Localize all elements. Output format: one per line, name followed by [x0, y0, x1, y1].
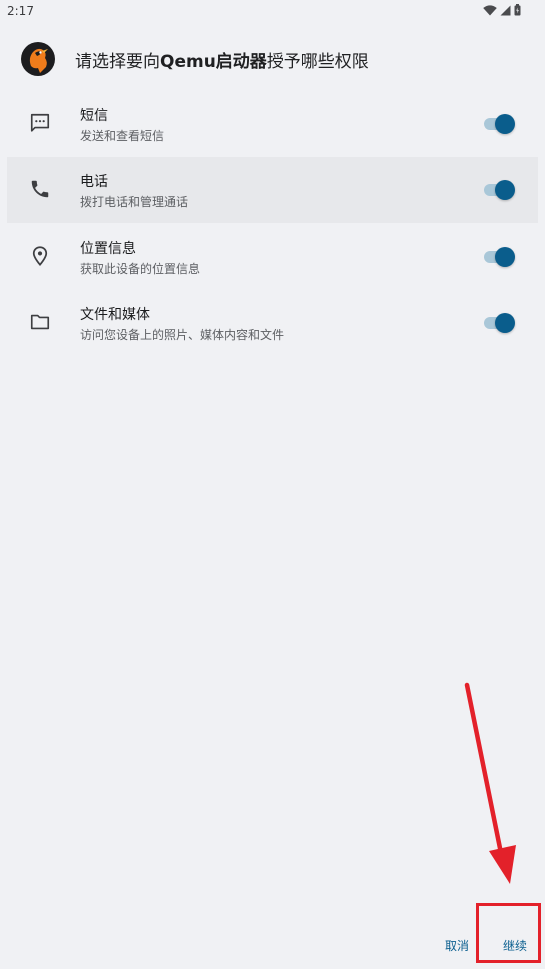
- location-icon: [32, 246, 48, 267]
- permission-description: 访问您设备上的照片、媒体内容和文件: [80, 328, 285, 342]
- title-suffix: 授予哪些权限: [266, 51, 369, 72]
- toggle-thumb: [495, 313, 515, 333]
- phone-icon: [31, 180, 49, 198]
- files-toggle[interactable]: [484, 313, 515, 333]
- location-toggle[interactable]: [484, 247, 515, 267]
- permission-row-files[interactable]: 文件和媒体 访问您设备上的照片、媒体内容和文件: [7, 290, 538, 356]
- permission-screen: 2:17 请选择要向Qemu启动器授予哪些权限 短信 发送和查看短信 电话 拨打…: [0, 0, 545, 969]
- toggle-thumb: [495, 247, 515, 267]
- status-time: 2:17: [7, 4, 34, 18]
- toggle-thumb: [495, 114, 515, 134]
- permission-description: 发送和查看短信: [80, 129, 165, 143]
- status-icons: [483, 4, 521, 16]
- permission-row-phone[interactable]: 电话 拨打电话和管理通话: [7, 157, 538, 223]
- dialog-header: 请选择要向Qemu启动器授予哪些权限: [20, 40, 369, 78]
- app-name: Qemu启动器: [160, 51, 267, 72]
- sms-icon: [30, 113, 50, 132]
- permission-row-location[interactable]: 位置信息 获取此设备的位置信息: [7, 224, 538, 290]
- battery-icon: [514, 4, 521, 16]
- permission-description: 拨打电话和管理通话: [80, 195, 189, 209]
- permission-row-sms[interactable]: 短信 发送和查看短信: [7, 91, 538, 157]
- status-bar: 2:17: [0, 0, 545, 22]
- phone-toggle[interactable]: [484, 180, 515, 200]
- toggle-thumb: [495, 180, 515, 200]
- annotation-highlight-box: [476, 903, 541, 963]
- qemu-logo-icon: [21, 42, 55, 76]
- signal-icon: [500, 5, 511, 15]
- permission-title: 电话: [80, 174, 108, 190]
- permission-title: 文件和媒体: [80, 307, 150, 323]
- cancel-button[interactable]: 取消: [445, 937, 469, 954]
- wifi-icon: [483, 4, 497, 16]
- permission-title: 短信: [80, 108, 108, 124]
- permission-description: 获取此设备的位置信息: [80, 262, 201, 276]
- title-prefix: 请选择要向: [75, 51, 160, 72]
- dialog-title: 请选择要向Qemu启动器授予哪些权限: [75, 47, 369, 72]
- folder-icon: [30, 314, 50, 330]
- permission-title: 位置信息: [80, 241, 136, 257]
- sms-toggle[interactable]: [484, 114, 515, 134]
